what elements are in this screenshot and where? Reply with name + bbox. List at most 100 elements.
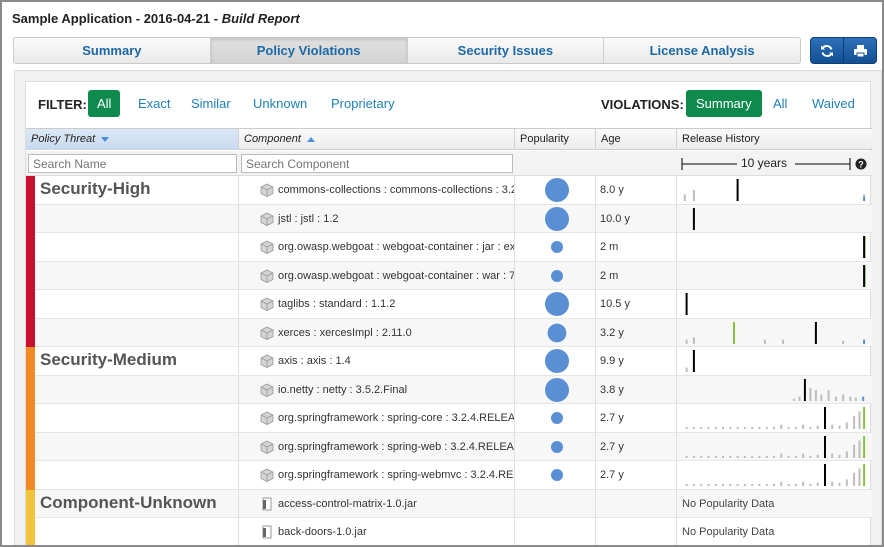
release-bar	[714, 427, 717, 429]
component-cell[interactable]: org.springframework : spring-web : 3.2.4…	[239, 432, 515, 461]
age-cell: 2 m	[596, 261, 677, 290]
release-bar	[787, 427, 790, 429]
release-bar	[685, 427, 688, 429]
range-label: 10 years	[741, 156, 788, 170]
component-cell[interactable]: org.springframework : spring-webmvc : 3.…	[239, 461, 515, 489]
age-cell: 10.5 y	[596, 290, 677, 318]
component-cell[interactable]: taglibs : standard : 1.1.2	[239, 290, 515, 318]
package-icon	[260, 326, 274, 340]
release-bar	[736, 455, 739, 458]
filter-proprietary[interactable]: Proprietary	[322, 90, 404, 117]
violations-panel: FILTER: All Exact Similar Unknown Propri…	[14, 70, 882, 545]
release-bar-current	[824, 435, 826, 458]
component-cell[interactable]: org.springframework : spring-core : 3.2.…	[239, 404, 515, 432]
component-cell[interactable]: jstl : jstl : 1.2	[239, 204, 515, 233]
page-title-text: Sample Application - 2016-04-21 -	[12, 11, 222, 26]
column-component-label: Component	[244, 133, 301, 145]
release-history-cell	[677, 233, 872, 261]
component-cell[interactable]: org.owasp.webgoat : webgoat-container : …	[239, 261, 515, 290]
table-row[interactable]: org.owasp.webgoat : webgoat-container : …	[26, 233, 872, 262]
age-cell	[596, 489, 677, 518]
release-bar	[831, 453, 834, 458]
release-history-cell: No Popularity Data	[682, 526, 775, 538]
print-icon	[853, 44, 867, 57]
component-cell[interactable]: xerces : xercesImpl : 2.11.0	[239, 318, 515, 347]
print-button[interactable]	[844, 38, 876, 63]
component-cell[interactable]: org.owasp.webgoat : webgoat-container : …	[239, 233, 515, 261]
component-cell[interactable]: io.netty : netty : 3.5.2.Final	[239, 375, 515, 404]
policy-threat-cell	[26, 432, 239, 461]
age-cell: 2.7 y	[596, 432, 677, 461]
filter-bar: FILTER: All Exact Similar Unknown Propri…	[26, 82, 872, 128]
column-age[interactable]: Age	[596, 129, 677, 150]
release-history-cell	[677, 262, 872, 290]
column-popularity[interactable]: Popularity	[515, 129, 596, 150]
component-name: io.netty : netty : 3.5.2.Final	[278, 383, 408, 396]
popularity-cell	[515, 261, 596, 290]
column-release-history[interactable]: Release History	[677, 129, 872, 150]
release-bar-current	[824, 407, 826, 429]
release-bar	[692, 190, 695, 201]
tab-license-analysis[interactable]: License Analysis	[604, 38, 800, 63]
release-history-cell	[677, 290, 872, 318]
component-cell[interactable]: commons-collections : commons-collection…	[239, 176, 515, 204]
release-bar	[700, 455, 703, 458]
release-bar	[782, 339, 785, 344]
release-bar	[743, 484, 746, 486]
release-bar	[692, 427, 695, 429]
release-bar-current	[803, 378, 806, 401]
refresh-button[interactable]	[811, 38, 844, 63]
tab-security-issues[interactable]: Security Issues	[408, 38, 605, 63]
release-bar	[854, 397, 857, 401]
component-cell[interactable]: back-doors-1.0.jar	[239, 518, 515, 545]
table-row[interactable]: io.netty : netty : 3.5.2.Final 3.8 y	[26, 375, 872, 404]
release-bar	[743, 427, 746, 429]
table-row[interactable]: jstl : jstl : 1.2 10.0 y	[26, 204, 872, 233]
table-row[interactable]: back-doors-1.0.jar No Popularity Data	[26, 518, 872, 545]
popularity-cell	[515, 233, 596, 261]
filter-unknown[interactable]: Unknown	[244, 90, 316, 117]
page-title-report-type: Build Report	[221, 11, 300, 26]
release-bar-latest	[733, 321, 735, 344]
release-bar	[838, 425, 841, 429]
age-cell: 8.0 y	[596, 176, 677, 204]
table-row[interactable]: org.owasp.webgoat : webgoat-container : …	[26, 261, 872, 290]
threat-group-label: Security-High	[40, 179, 151, 198]
table-row[interactable]: xerces : xercesImpl : 2.11.0 3.2 y	[26, 318, 872, 347]
search-component-input[interactable]	[241, 154, 513, 173]
release-bar	[794, 483, 797, 486]
jar-icon	[262, 525, 272, 539]
policy-threat-cell	[26, 375, 239, 404]
release-bar	[816, 482, 819, 486]
filter-all[interactable]: All	[88, 90, 121, 117]
release-bar	[845, 422, 848, 429]
release-bar	[714, 484, 717, 486]
table-row[interactable]: org.springframework : spring-webmvc : 3.…	[26, 461, 872, 490]
release-bar	[845, 479, 848, 486]
page-title: Sample Application - 2016-04-21 - Build …	[12, 11, 300, 26]
component-cell[interactable]: access-control-matrix-1.0.jar	[239, 489, 515, 518]
tab-summary[interactable]: Summary	[14, 38, 211, 63]
violations-summary[interactable]: Summary	[686, 90, 762, 117]
violations-all[interactable]: All	[764, 90, 796, 117]
release-bar	[685, 339, 688, 344]
popularity-bubble	[547, 323, 567, 342]
policy-threat-cell	[26, 204, 239, 233]
filter-exact[interactable]: Exact	[129, 90, 180, 117]
column-component[interactable]: Component	[239, 129, 515, 150]
release-bar	[794, 455, 797, 458]
release-bar	[809, 483, 812, 486]
table-row[interactable]: org.springframework : spring-web : 3.2.4…	[26, 432, 872, 461]
search-name-input[interactable]	[28, 154, 237, 173]
table-row[interactable]: taglibs : standard : 1.1.2 10.5 y	[26, 290, 872, 319]
violations-waived[interactable]: Waived	[803, 90, 864, 117]
tab-policy-violations[interactable]: Policy Violations	[210, 38, 408, 63]
popularity-cell	[515, 404, 596, 432]
column-policy-threat[interactable]: Policy Threat	[26, 129, 239, 150]
release-history-cell	[677, 433, 872, 461]
release-bar	[765, 455, 768, 458]
popularity-bubble	[545, 206, 569, 231]
filter-similar[interactable]: Similar	[182, 90, 240, 117]
table-row[interactable]: org.springframework : spring-core : 3.2.…	[26, 404, 872, 433]
component-cell[interactable]: axis : axis : 1.4	[239, 347, 515, 375]
